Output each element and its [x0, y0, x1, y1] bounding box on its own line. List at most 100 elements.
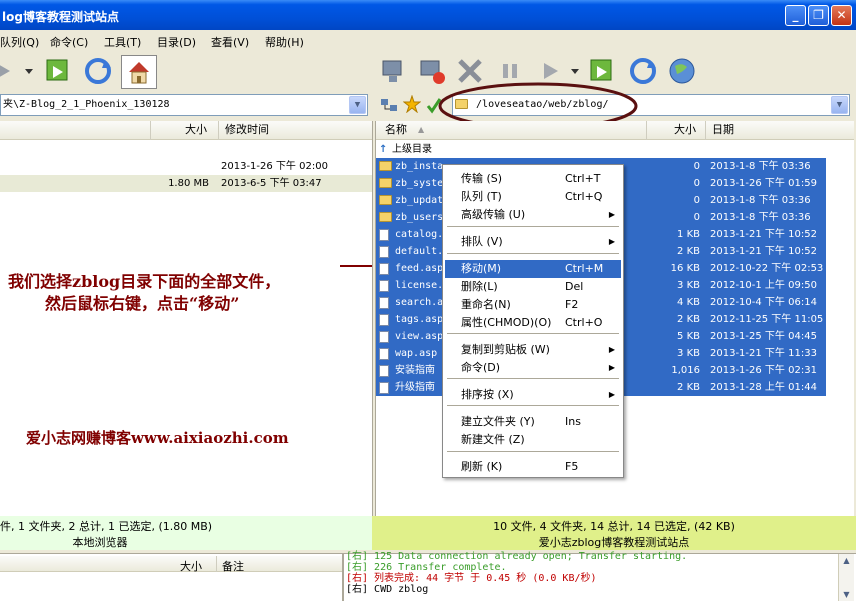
menu-item-sort-by[interactable]: 排序按 (X) ▶	[445, 386, 621, 404]
queue-column-size[interactable]: 大小	[180, 558, 202, 574]
row-date: 2013-1-21 下午 11:33	[710, 348, 817, 359]
globe-icon[interactable]	[666, 55, 698, 87]
menu-item-label: 重命名(N)	[461, 298, 511, 311]
log-splitter[interactable]	[342, 554, 344, 601]
row-name: feed.asp	[395, 263, 444, 274]
menu-item-shortcut: Ins	[565, 415, 581, 428]
row-size: 4 KB	[677, 297, 700, 308]
folder-icon	[379, 178, 392, 188]
up-arrow-icon: ↑	[379, 144, 388, 155]
folder-icon	[379, 161, 392, 171]
local-status-text: 件, 1 文件夹, 2 总计, 1 已选定, (1.80 MB)	[0, 520, 213, 533]
remote-column-name[interactable]: 名称	[385, 121, 407, 139]
site-watermark: 爱小志网赚博客www.aixiaozhi.com	[26, 429, 289, 447]
star-icon[interactable]	[402, 94, 422, 116]
row-size: 3 KB	[677, 348, 700, 359]
menu-item-shortcut: Del	[565, 280, 584, 293]
menu-command[interactable]: 命令(C)	[50, 34, 88, 50]
row-date: 2012-10-4 下午 06:14	[710, 297, 817, 308]
dropdown-arrow-icon[interactable]	[22, 55, 36, 87]
menu-item-rename[interactable]: 重命名(N) F2	[445, 296, 621, 314]
row-size: 3 KB	[677, 280, 700, 291]
menu-item-label: 新建文件 (Z)	[461, 433, 525, 446]
list-item[interactable]: 1.80 MB 2013-6-5 下午 03:47	[0, 175, 372, 192]
row-size: 0	[693, 178, 700, 189]
network-icon[interactable]	[380, 96, 398, 117]
row-date: 2013-1-26 下午 01:59	[710, 178, 817, 189]
menu-bar: 队列(Q) 命令(C) 工具(T) 目录(D) 查看(V) 帮助(H)	[0, 30, 856, 52]
menu-item-properties[interactable]: 属性(CHMOD)(O) Ctrl+O	[445, 314, 621, 332]
row-date: 2013-1-8 下午 03:36	[710, 212, 811, 223]
maximize-button[interactable]: ❐	[808, 5, 829, 26]
local-list-header: 大小 修改时间	[0, 121, 372, 140]
submenu-arrow-icon: ▶	[608, 237, 615, 246]
row-date: 2013-1-28 上午 01:44	[710, 382, 817, 393]
menu-queue[interactable]: 队列(Q)	[0, 34, 39, 50]
menu-tools[interactable]: 工具(T)	[104, 34, 141, 50]
remote-column-size[interactable]: 大小	[674, 121, 696, 139]
file-icon	[379, 263, 389, 275]
refresh-icon[interactable]	[82, 55, 114, 87]
local-column-size[interactable]: 大小	[185, 121, 207, 139]
menu-item-new-file[interactable]: 新建文件 (Z)	[445, 431, 621, 449]
log-scrollbar[interactable]: ▲ ▼	[838, 554, 854, 601]
row-name: search.a	[395, 297, 444, 308]
file-icon	[379, 280, 389, 292]
menu-item-delete[interactable]: 删除(L) Del	[445, 278, 621, 296]
menu-separator	[447, 451, 619, 452]
row-name: zb_insta	[395, 161, 444, 172]
chevron-down-icon[interactable]: ▼	[349, 96, 366, 114]
annotation-line-2: 然后鼠标右键，点击“移动”	[45, 294, 240, 313]
chevron-down-icon[interactable]: ▼	[831, 96, 848, 114]
menu-item-shortcut: Ctrl+T	[565, 172, 601, 185]
submenu-arrow-icon: ▶	[608, 363, 615, 372]
parent-directory-item[interactable]: ↑ 上级目录	[376, 141, 854, 158]
row-name: zb_users	[395, 212, 444, 223]
menu-item-shortcut: F5	[565, 460, 579, 473]
row-size: 5 KB	[677, 331, 700, 342]
folder-icon	[379, 195, 392, 205]
menu-item-advanced-transfer[interactable]: 高级传输 (U) ▶	[445, 206, 621, 224]
remote-status-label: 爱小志zblog博客教程测试站点	[538, 536, 690, 549]
menu-item-label: 命令(D)	[461, 361, 501, 374]
menu-item-enqueue[interactable]: 排队 (V) ▶	[445, 233, 621, 251]
close-button[interactable]: ✕	[831, 5, 852, 26]
file-icon	[379, 246, 389, 258]
folder-icon	[379, 212, 392, 222]
file-icon	[379, 314, 389, 326]
menu-directory[interactable]: 目录(D)	[157, 34, 196, 50]
play-icon[interactable]	[0, 55, 18, 87]
menu-item-copy-to-clipboard[interactable]: 复制到剪贴板 (W) ▶	[445, 341, 621, 359]
queue-column-note[interactable]: 备注	[222, 558, 244, 574]
menu-item-transfer[interactable]: 传输 (S) Ctrl+T	[445, 170, 621, 188]
connect-icon[interactable]	[378, 55, 410, 87]
menu-item-new-folder[interactable]: 建立文件夹 (Y) Ins	[445, 413, 621, 431]
row-size: 1,016	[671, 365, 700, 376]
scroll-down-icon[interactable]: ▼	[839, 588, 854, 601]
menu-item-queue[interactable]: 队列 (T) Ctrl+Q	[445, 188, 621, 206]
home-icon[interactable]	[121, 55, 157, 89]
menu-item-move[interactable]: 移动(M) Ctrl+M	[445, 260, 621, 278]
menu-item-refresh[interactable]: 刷新 (K) F5	[445, 458, 621, 476]
menu-help[interactable]: 帮助(H)	[265, 34, 304, 50]
menu-item-command[interactable]: 命令(D) ▶	[445, 359, 621, 377]
file-icon	[379, 348, 389, 360]
file-icon	[379, 382, 389, 394]
menu-view[interactable]: 查看(V)	[211, 34, 249, 50]
transfer-icon[interactable]	[43, 55, 75, 87]
row-name: 升级指南	[395, 382, 435, 393]
row-size: 16 KB	[670, 263, 700, 274]
menu-item-shortcut: Ctrl+Q	[565, 190, 603, 203]
row-date: 2012-10-1 上午 09:50	[710, 280, 817, 291]
remote-list-header: 名称 ▲ 大小 日期	[376, 121, 854, 140]
remote-column-date[interactable]: 日期	[712, 121, 734, 139]
submenu-arrow-icon: ▶	[608, 345, 615, 354]
log-line: [右] 226 Transfer complete.	[346, 562, 507, 573]
scroll-up-icon[interactable]: ▲	[839, 554, 854, 568]
minimize-button[interactable]: _	[785, 5, 806, 26]
local-path-field[interactable]: 夹\Z-Blog_2_1_Phoenix_130128 ▼	[0, 94, 368, 116]
local-column-modified[interactable]: 修改时间	[225, 121, 269, 139]
local-row-size: 1.80 MB	[168, 178, 209, 189]
list-item[interactable]: 2013-1-26 下午 02:00	[0, 158, 372, 175]
row-size: 2 KB	[677, 314, 700, 325]
